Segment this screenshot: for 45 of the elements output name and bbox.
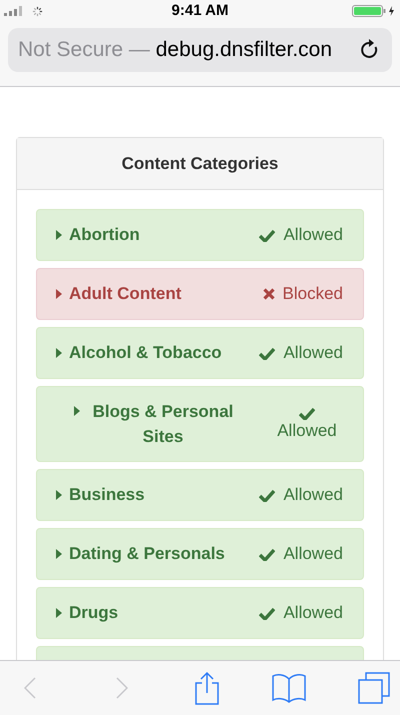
caret-icon <box>56 348 62 358</box>
checkmark-icon <box>259 548 276 560</box>
checkmark-icon <box>259 346 276 360</box>
caret-icon <box>56 289 62 299</box>
address-bar[interactable]: Not Secure — debug.dnsfilter.con <box>8 28 392 72</box>
panel-title: Content Categories <box>122 152 278 175</box>
status-label: Allowed <box>283 543 343 566</box>
category-row[interactable]: Alcohol & Tobacco Allowed <box>36 327 364 379</box>
category-row[interactable]: Abortion Allowed <box>36 209 364 261</box>
url-text: Not Secure — debug.dnsfilter.con <box>18 37 334 64</box>
checkmark-icon <box>259 606 276 620</box>
category-name: Blogs & Personal Sites <box>92 401 234 448</box>
caret-icon <box>74 406 80 416</box>
book-icon[interactable] <box>272 673 306 703</box>
caret-icon <box>56 549 62 559</box>
caret-icon <box>56 608 62 618</box>
checkmark-icon <box>259 488 276 502</box>
cross-icon <box>262 288 275 300</box>
category-row[interactable]: Blogs & Personal Sites Allowed <box>36 386 364 462</box>
caret-icon <box>56 490 62 500</box>
status-label: Allowed <box>283 602 343 624</box>
status-label: Allowed <box>283 224 343 246</box>
status-label: Allowed <box>283 342 343 364</box>
status-label: Blocked <box>282 283 343 306</box>
category-row[interactable]: Adult Content Blocked <box>36 268 364 320</box>
category-name: Business <box>69 484 146 506</box>
category-row[interactable]: Dating & Personals Allowed <box>36 528 364 580</box>
loading-icon <box>32 6 43 16</box>
category-row[interactable]: Drugs Allowed <box>36 587 364 639</box>
battery-charging-icon <box>352 5 396 17</box>
clock-time: 9:41 AM <box>172 0 228 21</box>
reload-icon[interactable] <box>360 39 380 61</box>
category-row[interactable]: Business Allowed <box>36 469 364 521</box>
checkmark-icon <box>259 228 276 242</box>
caret-icon <box>56 230 62 240</box>
tabs-icon[interactable] <box>358 672 390 704</box>
category-name: Adult Content <box>69 283 182 306</box>
share-icon[interactable] <box>194 671 220 705</box>
checkmark-icon <box>299 406 315 420</box>
status-label: Allowed <box>283 484 343 506</box>
category-name: Drugs <box>69 602 120 624</box>
category-name: Alcohol & Tobacco <box>69 342 223 364</box>
status-label: Allowed <box>277 420 337 442</box>
category-name: Abortion <box>69 224 141 246</box>
category-name: Dating & Personals <box>69 543 226 566</box>
